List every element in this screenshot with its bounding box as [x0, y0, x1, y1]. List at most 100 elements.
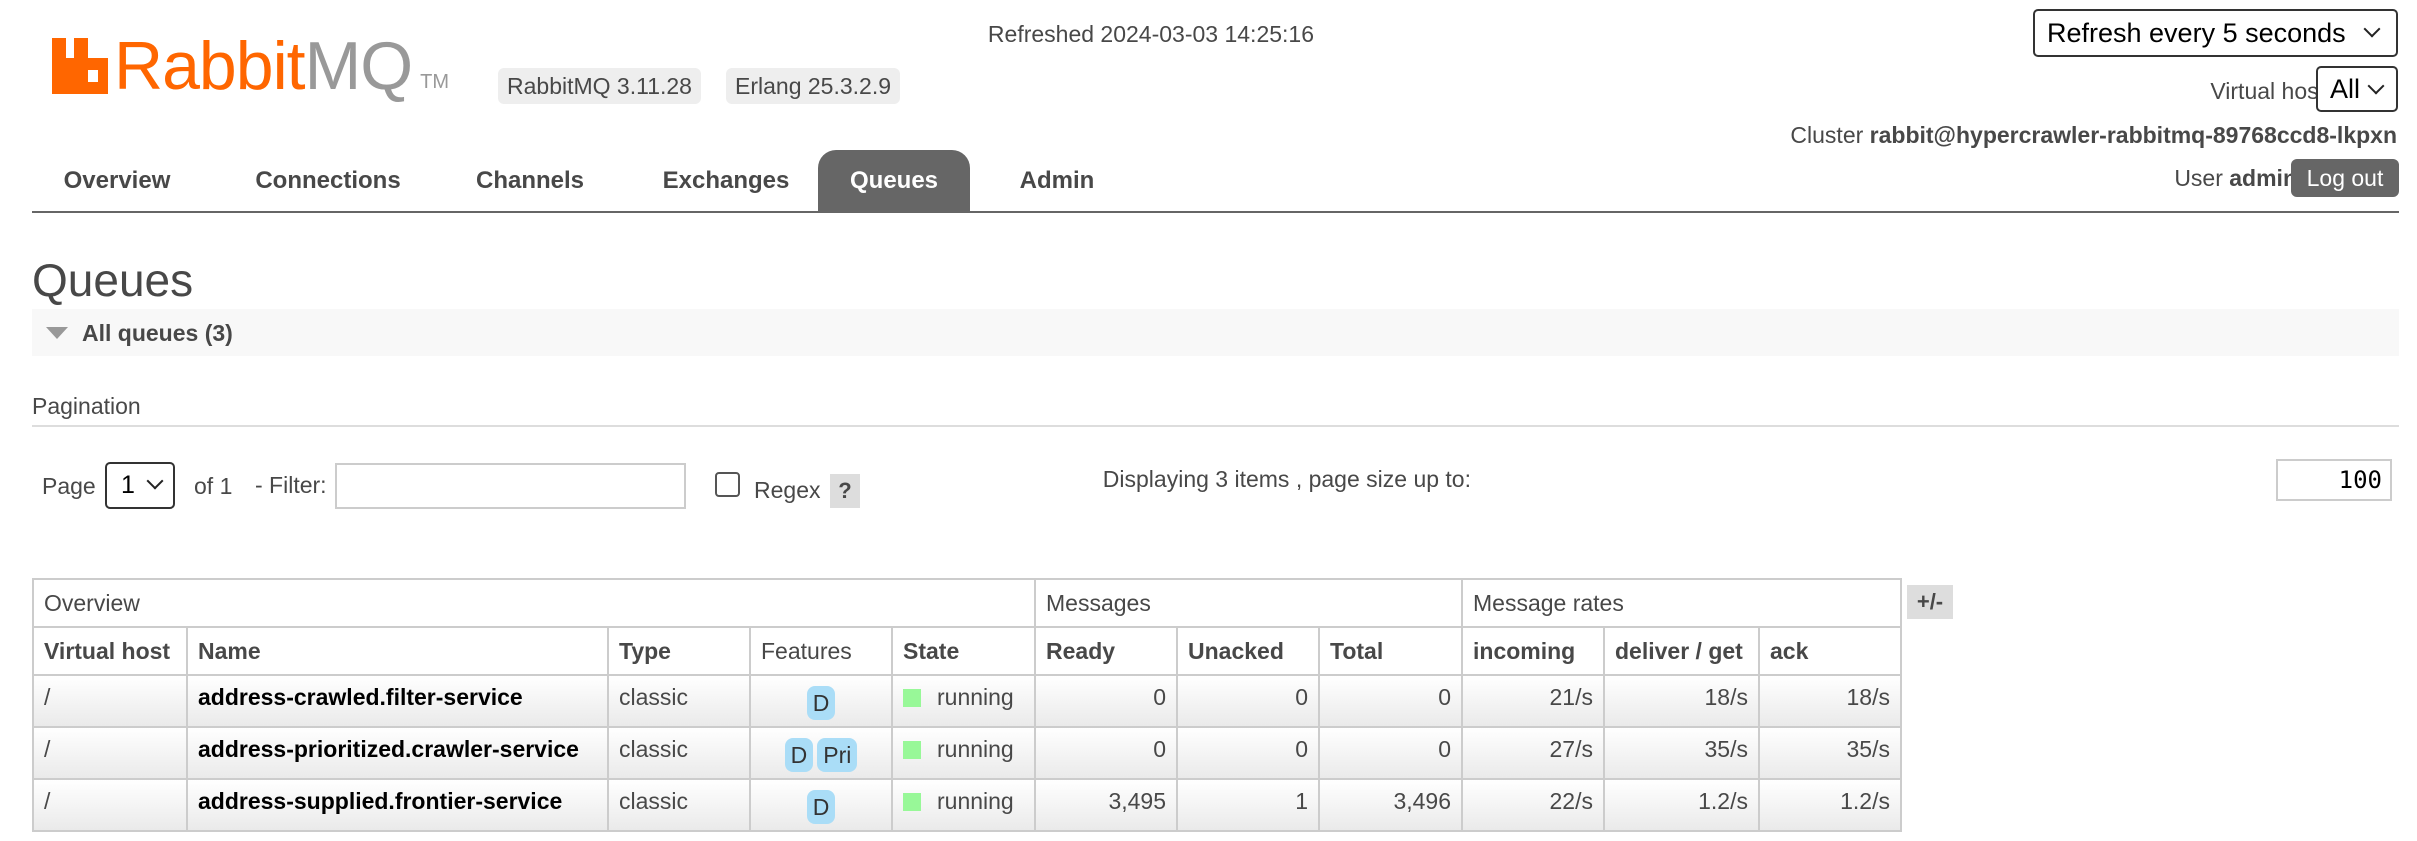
feature-badge-durable: D [806, 790, 836, 824]
state-running-indicator [903, 793, 921, 811]
refreshed-timestamp: Refreshed 2024-03-03 14:25:16 [987, 21, 1314, 47]
filter-input[interactable] [335, 463, 686, 509]
cell-ack: 18/s [1758, 674, 1902, 728]
cell-incoming: 21/s [1461, 674, 1605, 728]
column-header-total[interactable]: Total [1318, 626, 1463, 676]
refresh-interval-value: Refresh every 5 seconds [2047, 18, 2346, 48]
feature-badge-priority: Pri [817, 738, 858, 772]
rabbitmq-logo-icon [52, 38, 108, 94]
group-header-messages: Messages [1034, 578, 1463, 628]
cell-features: D [749, 674, 893, 728]
cell-state: running [891, 674, 1036, 728]
queue-name-link[interactable]: address-crawled.filter-service [186, 674, 609, 728]
pagination-heading: Pagination [32, 393, 141, 419]
toggle-columns-button[interactable]: +/- [1907, 585, 1953, 619]
chevron-down-icon [146, 472, 164, 490]
divider [32, 425, 2399, 427]
cell-state: running [891, 778, 1036, 832]
page-select-value: 1 [121, 471, 135, 499]
group-header-overview: Overview [32, 578, 1036, 628]
page-count-label: of 1 [194, 473, 233, 499]
tab-queues[interactable]: Queues [818, 150, 970, 211]
cell-ack: 35/s [1758, 726, 1902, 780]
table-row: / address-prioritized.crawler-service cl… [32, 726, 1902, 780]
cell-vhost: / [32, 778, 188, 832]
cluster-info: Cluster rabbit@hypercrawler-rabbitmq-897… [1790, 122, 2397, 149]
virtual-host-select[interactable]: All [2316, 66, 2398, 112]
column-header-state[interactable]: State [891, 626, 1036, 676]
cell-ready: 3,495 [1034, 778, 1178, 832]
cell-vhost: / [32, 726, 188, 780]
chevron-down-icon [2363, 20, 2381, 38]
logo-wordmark: RabbitMQ [114, 28, 413, 104]
page-size-input[interactable]: 100 [2276, 459, 2392, 501]
column-header-name[interactable]: Name [186, 626, 609, 676]
page-select[interactable]: 1 [105, 462, 175, 509]
cell-incoming: 22/s [1461, 778, 1605, 832]
main-nav-tabs: Overview Connections Channels Exchanges … [32, 150, 2399, 213]
cell-ready: 0 [1034, 674, 1178, 728]
collapse-triangle-icon [46, 327, 68, 339]
cell-type: classic [607, 674, 751, 728]
cell-incoming: 27/s [1461, 726, 1605, 780]
refresh-interval-select[interactable]: Refresh every 5 seconds [2033, 9, 2398, 57]
cell-unacked: 1 [1176, 778, 1320, 832]
erlang-version-badge: Erlang 25.3.2.9 [726, 68, 901, 104]
tab-channels[interactable]: Channels [450, 150, 610, 211]
feature-badge-durable: D [784, 738, 814, 772]
table-row: / address-crawled.filter-service classic… [32, 674, 1902, 728]
tab-exchanges[interactable]: Exchanges [636, 150, 816, 211]
column-header-deliver-get[interactable]: deliver / get [1603, 626, 1760, 676]
cell-unacked: 0 [1176, 726, 1320, 780]
regex-label: Regex [754, 477, 821, 503]
cell-state: running [891, 726, 1036, 780]
feature-badge-durable: D [806, 686, 836, 720]
cell-ack: 1.2/s [1758, 778, 1902, 832]
cell-deliver-get: 35/s [1603, 726, 1760, 780]
cell-total: 0 [1318, 726, 1463, 780]
regex-help-button[interactable]: ? [830, 474, 860, 508]
column-header-ack[interactable]: ack [1758, 626, 1902, 676]
state-running-indicator [903, 689, 921, 707]
cluster-label: Cluster [1790, 122, 1864, 148]
column-header-features: Features [749, 626, 893, 676]
cell-features: D Pri [749, 726, 893, 780]
tab-overview[interactable]: Overview [32, 150, 202, 211]
rabbitmq-version-badge: RabbitMQ 3.11.28 [498, 68, 701, 104]
cell-unacked: 0 [1176, 674, 1320, 728]
queue-name-link[interactable]: address-supplied.frontier-service [186, 778, 609, 832]
queue-name-link[interactable]: address-prioritized.crawler-service [186, 726, 609, 780]
chevron-down-icon [2367, 77, 2385, 95]
cell-type: classic [607, 726, 751, 780]
filter-label: - Filter: [255, 472, 327, 498]
column-header-type[interactable]: Type [607, 626, 751, 676]
queues-table: Overview Messages Message rates Virtual … [32, 578, 1902, 832]
section-title: All queues (3) [82, 320, 233, 346]
group-header-message-rates: Message rates [1461, 578, 1902, 628]
cell-features: D [749, 778, 893, 832]
cluster-name: rabbit@hypercrawler-rabbitmq-89768ccd8-l… [1869, 122, 2397, 148]
cell-deliver-get: 1.2/s [1603, 778, 1760, 832]
page-label: Page [42, 473, 96, 499]
column-header-unacked[interactable]: Unacked [1176, 626, 1320, 676]
cell-total: 0 [1318, 674, 1463, 728]
displaying-items-text: Displaying 3 items , page size up to: [1102, 466, 1471, 492]
trademark-mark: TM [420, 71, 449, 93]
table-row: / address-supplied.frontier-service clas… [32, 778, 1902, 832]
column-header-virtual-host[interactable]: Virtual host [32, 626, 188, 676]
cell-deliver-get: 18/s [1603, 674, 1760, 728]
cell-ready: 0 [1034, 726, 1178, 780]
page-title: Queues [32, 254, 194, 306]
column-header-ready[interactable]: Ready [1034, 626, 1178, 676]
cell-type: classic [607, 778, 751, 832]
virtual-host-label: Virtual host [2210, 78, 2325, 104]
state-running-indicator [903, 741, 921, 759]
cell-vhost: / [32, 674, 188, 728]
regex-checkbox[interactable] [715, 472, 740, 497]
column-header-incoming[interactable]: incoming [1461, 626, 1605, 676]
rabbitmq-logo[interactable]: RabbitMQ TM [52, 30, 449, 100]
all-queues-section-toggle[interactable]: All queues (3) [32, 309, 2399, 356]
tab-connections[interactable]: Connections [233, 150, 423, 211]
tab-admin[interactable]: Admin [992, 150, 1122, 211]
cell-total: 3,496 [1318, 778, 1463, 832]
